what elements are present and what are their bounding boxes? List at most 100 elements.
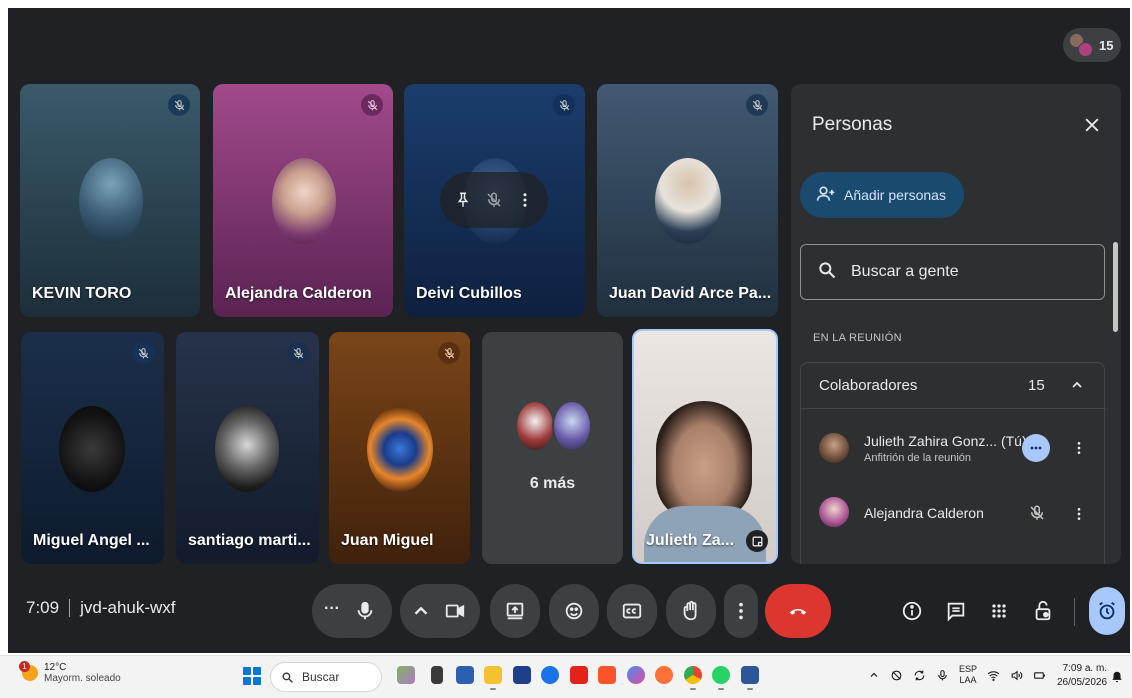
weather-widget[interactable]: 1 12°C Mayorm. soleado <box>19 661 121 684</box>
more-participants-label: 6 más <box>529 475 576 492</box>
present-screen-button[interactable] <box>490 584 540 638</box>
group-count: 15 <box>1028 377 1045 394</box>
vpn-icon[interactable] <box>890 669 903 682</box>
add-people-button[interactable]: Añadir personas <box>800 172 964 218</box>
participants-button[interactable]: 15 <box>1063 28 1122 62</box>
participant-avatars <box>1069 33 1093 57</box>
whatsapp-app-icon[interactable] <box>712 666 730 690</box>
microphone-icon[interactable] <box>936 669 949 682</box>
participant-tile[interactable]: santiago marti... <box>176 332 319 564</box>
participant-count: 15 <box>1099 37 1114 53</box>
keyboard-layout: LAA <box>959 675 977 685</box>
avatar <box>655 158 721 244</box>
tile-more-icon[interactable] <box>513 188 537 212</box>
copilot-icon[interactable] <box>627 666 645 684</box>
notifications-bell-icon[interactable] <box>1110 670 1124 684</box>
more-options-icon[interactable] <box>1071 501 1087 527</box>
chat-button[interactable] <box>941 596 971 626</box>
camera-control-group <box>400 584 480 638</box>
chevron-up-icon[interactable] <box>410 600 432 627</box>
participant-tile[interactable]: Deivi Cubillos <box>404 84 585 317</box>
timer-icon <box>1099 601 1115 620</box>
mute-participant-icon[interactable] <box>482 188 506 212</box>
participant-name: Juan David Arce Pa... <box>609 285 772 302</box>
more-options-icon <box>739 602 743 620</box>
person-name: Julieth Zahira Gonz... (Tú) <box>864 433 1027 449</box>
avatar <box>552 400 592 452</box>
people-panel: Personas Añadir personas EN LA REUNIÓN C… <box>791 84 1121 564</box>
search-people-input[interactable] <box>851 263 1091 281</box>
leave-call-icon <box>789 608 807 615</box>
start-button[interactable] <box>243 667 261 685</box>
list-item[interactable]: Alejandra Calderon <box>801 485 1106 545</box>
firefox-browser-icon[interactable] <box>655 666 673 684</box>
weather-description: Mayorm. soleado <box>44 673 121 684</box>
avatar <box>79 158 143 244</box>
more-options-icon[interactable] <box>1071 435 1087 461</box>
info-button[interactable] <box>897 596 927 626</box>
present-screen-icon <box>506 602 524 620</box>
info-icon <box>902 601 922 621</box>
meeting-time: 7:09 <box>26 598 60 617</box>
leave-call-button[interactable] <box>765 584 831 638</box>
participant-tile[interactable]: Juan Miguel <box>329 332 470 564</box>
activities-button[interactable] <box>984 596 1014 626</box>
battery-icon[interactable] <box>1033 669 1046 682</box>
clock-time: 7:09 a. m. <box>1062 663 1108 674</box>
taskbar-clock[interactable]: 7:09 a. m. 26/05/2026 <box>1057 662 1107 690</box>
more-options-button[interactable] <box>724 584 758 638</box>
participant-tile[interactable]: Alejandra Calderon <box>213 84 393 317</box>
store-app-icon[interactable] <box>456 666 474 684</box>
host-controls-icon <box>1035 600 1051 621</box>
self-video-tile[interactable]: Julieth Za... <box>632 329 778 564</box>
avatar <box>819 497 849 527</box>
frame-icon[interactable] <box>746 530 768 552</box>
youtube-app-icon[interactable] <box>570 666 588 684</box>
timer-button[interactable] <box>1089 587 1125 635</box>
file-explorer-icon[interactable] <box>484 666 502 690</box>
meeting-code: jvd-ahuk-wxf <box>80 598 176 617</box>
tile-hover-controls <box>440 172 548 228</box>
host-controls-button[interactable] <box>1028 596 1058 626</box>
chat-icon <box>947 602 965 622</box>
close-icon[interactable] <box>1079 112 1105 138</box>
brave-browser-icon[interactable] <box>598 666 616 684</box>
search-icon <box>817 260 837 285</box>
reactions-button[interactable] <box>549 584 599 638</box>
sync-icon[interactable] <box>913 669 926 682</box>
muted-icon <box>553 94 575 116</box>
app-icon[interactable] <box>513 666 531 684</box>
participant-tile[interactable]: Juan David Arce Pa... <box>597 84 778 317</box>
chevron-up-icon[interactable] <box>1069 377 1085 397</box>
raise-hand-button[interactable] <box>666 584 716 638</box>
pin-icon[interactable] <box>451 188 475 212</box>
wifi-icon[interactable] <box>987 669 1000 682</box>
sun-icon: 1 <box>19 661 38 681</box>
panel-scrollbar[interactable] <box>1113 242 1118 332</box>
collaborators-header[interactable]: Colaboradores 15 <box>801 363 1106 409</box>
participant-tile[interactable]: Miguel Angel ... <box>21 332 164 564</box>
participant-tile[interactable]: KEVIN TORO <box>20 84 200 317</box>
chrome-browser-icon[interactable] <box>684 666 702 690</box>
divider <box>69 599 71 617</box>
search-people-box[interactable] <box>800 244 1105 300</box>
more-participants-tile[interactable]: 6 más <box>482 332 623 564</box>
participant-name: Julieth Za... <box>646 532 735 549</box>
word-app-icon[interactable] <box>741 666 759 690</box>
muted-icon <box>438 342 460 364</box>
taskview-icon[interactable] <box>431 666 443 684</box>
section-label: EN LA REUNIÓN <box>813 332 902 344</box>
list-item[interactable]: Julieth Zahira Gonz... (Tú) Anfitrión de… <box>801 419 1106 479</box>
add-people-label: Añadir personas <box>844 187 946 203</box>
language-indicator[interactable]: ESP LAA <box>959 664 977 686</box>
camera-button[interactable] <box>430 586 480 636</box>
microphone-button[interactable] <box>340 586 390 636</box>
volume-icon[interactable] <box>1010 669 1023 682</box>
captions-button[interactable] <box>607 584 657 638</box>
edge-browser-icon[interactable] <box>541 666 559 684</box>
taskbar-search[interactable]: Buscar <box>270 662 382 692</box>
person-name: Alejandra Calderon <box>864 505 984 521</box>
audio-settings-icon[interactable]: ··· <box>324 600 340 618</box>
chevron-up-icon[interactable] <box>868 669 880 681</box>
widgets-app-icon[interactable] <box>397 666 415 684</box>
